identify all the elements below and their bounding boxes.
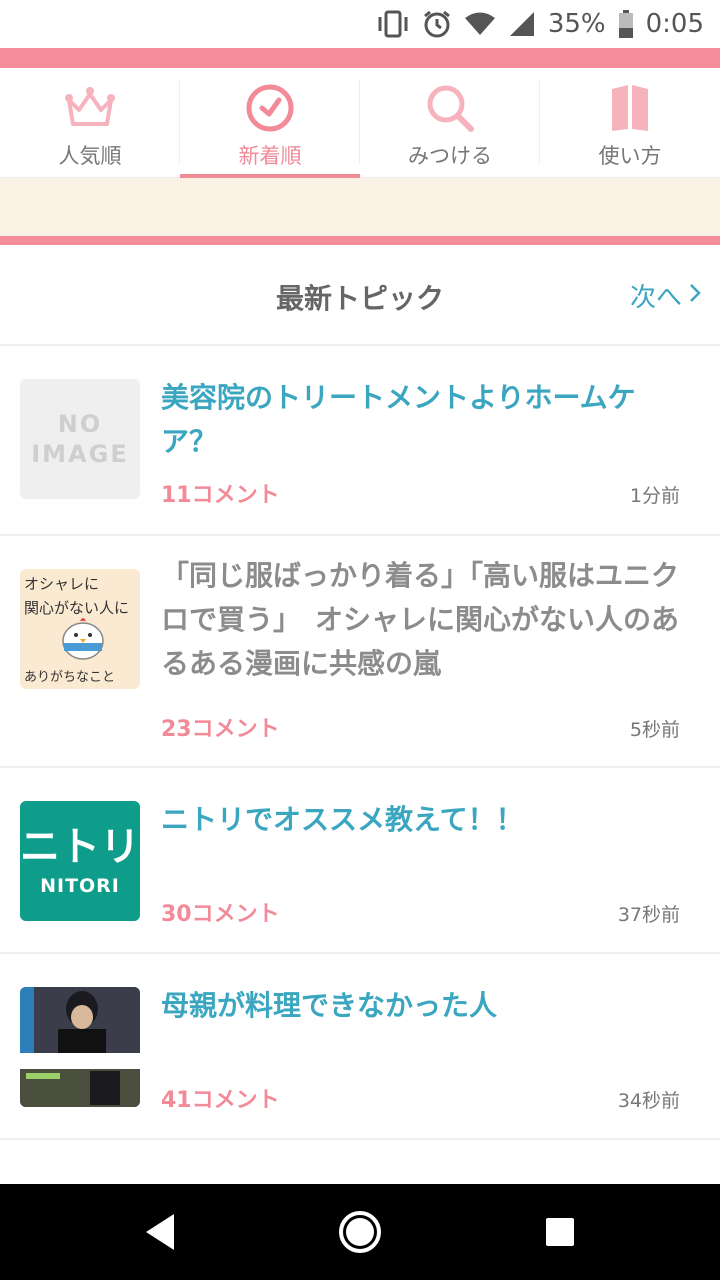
comment-count: 23コメント bbox=[161, 717, 280, 742]
noimage-text: NO bbox=[57, 410, 103, 438]
nitori-logo-text: NITORI bbox=[40, 875, 120, 897]
status-bar: 35% 0:05 bbox=[0, 0, 720, 48]
thumbnail-caption: オシャレに bbox=[24, 575, 100, 593]
section-title: 最新トピック bbox=[275, 282, 444, 315]
topic-thumbnail: ニトリ NITORI bbox=[20, 801, 140, 921]
system-navigation-bar bbox=[0, 1184, 720, 1280]
tv-screenshot-image bbox=[20, 987, 140, 1107]
topic-thumbnail: オシャレに 関心がない人に ありがちなこと bbox=[20, 569, 140, 689]
battery-percent: 35% bbox=[547, 9, 606, 39]
recents-icon bbox=[546, 1218, 574, 1246]
home-icon bbox=[339, 1211, 381, 1253]
section-accent-bar bbox=[0, 236, 720, 245]
topic-item[interactable]: オシャレに 関心がない人に ありがちなこと 「同じ服ばっかり着る」「高い服はユニ… bbox=[0, 536, 720, 768]
time-ago: 1分前 bbox=[629, 485, 680, 507]
signal-icon bbox=[508, 10, 536, 38]
comment-count: 41コメント bbox=[161, 1088, 280, 1113]
tab-bar: 人気順 新着順 みつける 使い方 bbox=[0, 68, 720, 178]
nitori-logo-text: ニトリ bbox=[20, 824, 140, 870]
tab-label: 人気順 bbox=[58, 144, 122, 168]
topic-item[interactable]: NO IMAGE 美容院のトリートメントよりホームケア？ 11コメント 1分前 bbox=[0, 346, 720, 536]
tab-howto[interactable]: 使い方 bbox=[540, 68, 720, 178]
comment-count: 30コメント bbox=[161, 902, 280, 927]
next-label: 次へ bbox=[629, 283, 682, 313]
alarm-icon bbox=[422, 9, 452, 39]
tab-popular[interactable]: 人気順 bbox=[0, 68, 180, 178]
clock-icon bbox=[245, 82, 295, 134]
vibrate-icon bbox=[376, 9, 410, 39]
comment-count: 11コメント bbox=[161, 483, 280, 508]
topic-title: 「同じ服ばっかり着る」「高い服はユニクロで買う」 オシャレに関心がない人のあるあ… bbox=[161, 559, 680, 680]
tab-label: みつける bbox=[408, 144, 492, 168]
tab-label: 使い方 bbox=[598, 144, 662, 168]
time-ago: 5秒前 bbox=[629, 719, 680, 741]
recents-button[interactable] bbox=[528, 1200, 592, 1264]
section-header: 最新トピック 次へ bbox=[0, 245, 720, 346]
crown-icon bbox=[65, 82, 115, 134]
tab-label: 新着順 bbox=[238, 144, 302, 168]
topic-item[interactable]: ニトリ NITORI ニトリでオススメ教えて！！ 30コメント 37秒前 bbox=[0, 768, 720, 954]
next-page-link[interactable]: 次へ bbox=[630, 277, 702, 314]
topic-thumbnail bbox=[20, 987, 140, 1107]
battery-icon bbox=[618, 10, 634, 38]
book-icon bbox=[608, 82, 652, 134]
time-ago: 34秒前 bbox=[617, 1090, 680, 1112]
topic-title: ニトリでオススメ教えて！！ bbox=[161, 803, 524, 836]
status-icons: 35% 0:05 bbox=[376, 6, 704, 42]
topic-title: 母親が料理できなかった人 bbox=[161, 989, 498, 1022]
search-icon bbox=[425, 82, 475, 134]
chick-illustration bbox=[62, 618, 104, 660]
home-button[interactable] bbox=[328, 1200, 392, 1264]
banner-area bbox=[0, 178, 720, 236]
time-ago: 37秒前 bbox=[617, 904, 680, 926]
back-button[interactable] bbox=[128, 1200, 192, 1264]
wifi-icon bbox=[464, 11, 496, 37]
topic-list: NO IMAGE 美容院のトリートメントよりホームケア？ 11コメント 1分前 … bbox=[0, 346, 720, 1140]
topic-item[interactable]: 母親が料理できなかった人 41コメント 34秒前 bbox=[0, 954, 720, 1140]
noimage-text: IMAGE bbox=[31, 440, 129, 468]
back-icon bbox=[146, 1214, 174, 1250]
header-accent-bar bbox=[0, 48, 720, 68]
tab-newest[interactable]: 新着順 bbox=[180, 68, 360, 178]
topic-title: 美容院のトリートメントよりホームケア？ bbox=[161, 381, 636, 458]
tab-discover[interactable]: みつける bbox=[360, 68, 540, 178]
clock-time: 0:05 bbox=[645, 9, 704, 39]
topic-thumbnail: NO IMAGE bbox=[20, 379, 140, 499]
thumbnail-caption: ありがちなこと bbox=[24, 670, 116, 685]
chevron-right-icon bbox=[688, 281, 702, 311]
